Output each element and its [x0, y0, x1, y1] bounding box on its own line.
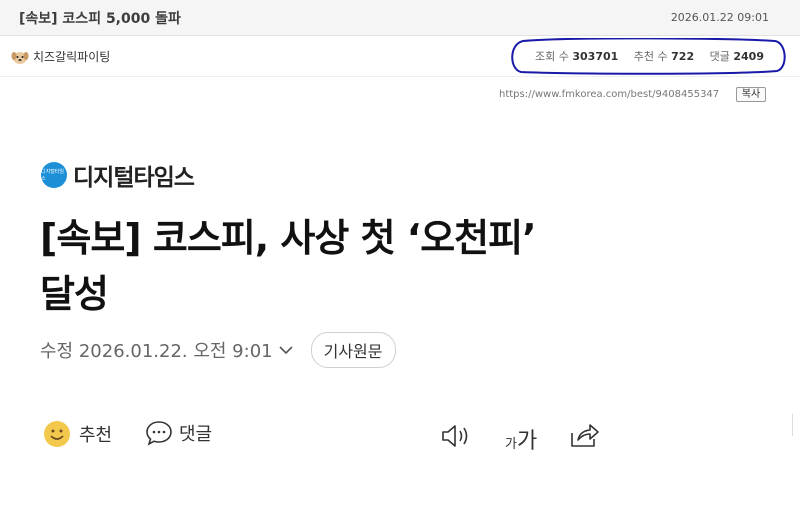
post-url[interactable]: https://www.fmkorea.com/best/9408455347	[499, 89, 719, 100]
publisher-logo[interactable]: 디지털타임스 디지털타임스	[41, 158, 195, 192]
font-size-small-glyph: 가	[505, 437, 517, 452]
article-meta: 수정 2026.01.22. 오전 9:01 기사원문	[40, 332, 396, 368]
publisher-logo-text: 디지털타임스	[41, 169, 65, 182]
comments-count: 2409	[733, 50, 764, 63]
author-row: 치즈갈릭파이팅 조회 수 303701 추천 수 722 댓글 2409	[0, 36, 800, 77]
copy-url-button[interactable]: 복사	[736, 87, 766, 102]
publisher-name: 디지털타임스	[73, 165, 195, 191]
chevron-down-icon[interactable]	[279, 345, 293, 355]
avatar-dog-icon[interactable]	[11, 49, 29, 65]
post-stats: 조회 수 303701 추천 수 722 댓글 2409	[535, 48, 764, 64]
views-label: 조회 수	[535, 50, 569, 63]
original-article-button[interactable]: 기사원문	[310, 332, 396, 368]
headline-line-1: [속보] 코스피, 사상 첫 ‘오천피’	[40, 216, 537, 260]
comment-label: 댓글	[179, 424, 213, 445]
scrollbar-edge[interactable]	[792, 414, 800, 436]
recommend-count: 722	[671, 50, 695, 63]
modified-date[interactable]: 수정 2026.01.22. 오전 9:01	[40, 337, 273, 363]
share-icon[interactable]	[568, 421, 600, 449]
post-title[interactable]: [속보] 코스피 5,000 돌파	[19, 8, 181, 28]
headline-line-2: 달성	[40, 272, 109, 316]
speaker-icon[interactable]	[440, 423, 472, 449]
views-count: 303701	[572, 50, 619, 63]
article-headline: [속보] 코스피, 사상 첫 ‘오천피’ 달성	[40, 210, 640, 322]
author-name[interactable]: 치즈갈릭파이팅	[33, 48, 110, 65]
font-size-big-glyph: 가	[516, 429, 538, 454]
recommend-label: 추천	[79, 425, 113, 446]
post-header-bar: [속보] 코스피 5,000 돌파 2026.01.22 09:01	[0, 0, 800, 36]
comment-button[interactable]: 댓글	[145, 420, 212, 446]
smile-icon	[44, 421, 70, 447]
publisher-logo-mark: 디지털타임스	[41, 162, 67, 188]
speech-bubble-icon	[146, 421, 172, 446]
font-size-button[interactable]: 가가	[505, 423, 537, 455]
comments-label: 댓글	[709, 50, 730, 63]
recommend-button[interactable]: 추천	[43, 420, 112, 448]
recommend-label: 추천 수	[633, 50, 668, 63]
post-date: 2026.01.22 09:01	[670, 11, 769, 24]
